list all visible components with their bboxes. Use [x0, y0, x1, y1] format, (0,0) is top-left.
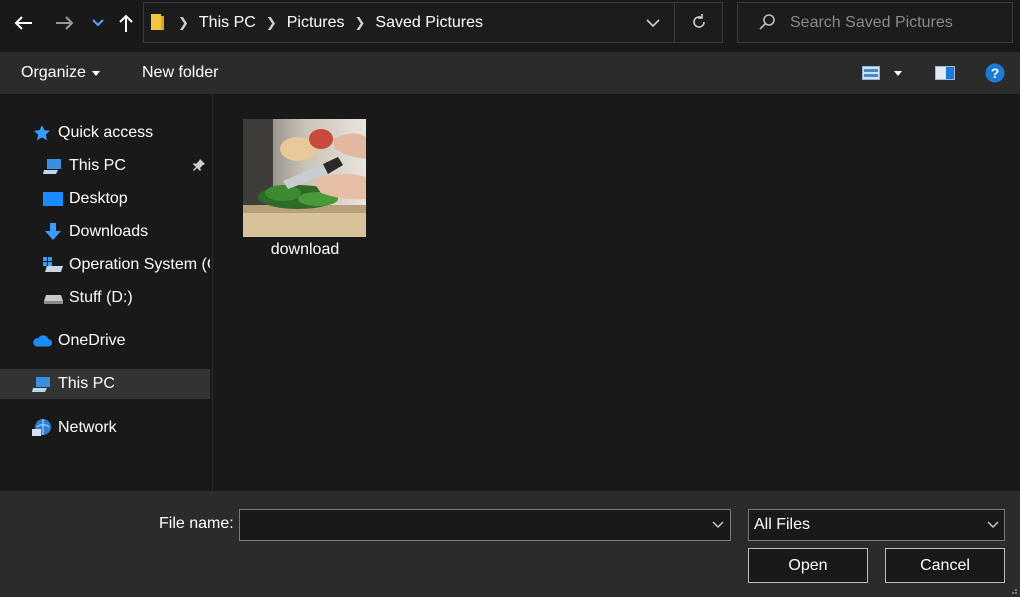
breadcrumb-separator-icon: ❯	[178, 14, 189, 30]
sidebar-item-label: Operation System (C:)	[69, 256, 210, 273]
up-arrow-icon	[119, 14, 133, 32]
sidebar-item-label: Downloads	[69, 223, 149, 240]
desktop-icon	[43, 189, 63, 209]
sidebar-item-downloads[interactable]: Downloads	[0, 217, 210, 247]
star-icon	[32, 123, 52, 143]
pin-icon	[193, 159, 205, 171]
new-folder-button[interactable]: New folder	[142, 52, 218, 94]
sidebar-item-desktop[interactable]: Desktop	[0, 184, 210, 214]
forward-arrow-icon	[56, 16, 74, 30]
preview-pane-button[interactable]	[935, 52, 955, 94]
view-menu-button[interactable]	[894, 52, 902, 94]
help-icon: ?	[985, 63, 1005, 83]
sidebar-item-label: This PC	[58, 375, 115, 392]
file-name-label: download	[270, 241, 340, 258]
preview-pane-icon	[935, 66, 955, 80]
computer-icon	[32, 374, 52, 394]
forward-button[interactable]	[52, 10, 78, 36]
network-icon	[32, 418, 52, 438]
caret-down-icon	[91, 70, 100, 76]
file-list-view[interactable]: download	[213, 94, 1020, 491]
computer-icon	[43, 156, 63, 176]
breadcrumb-separator-icon: ❯	[265, 14, 277, 30]
dialog-footer: File name: All Files Open Cancel	[0, 491, 1020, 597]
command-toolbar: Organize New folder ?	[0, 52, 1020, 94]
resize-grip-icon[interactable]	[1010, 587, 1018, 595]
cancel-button[interactable]: Cancel	[885, 548, 1005, 583]
refresh-icon	[693, 14, 705, 28]
sidebar-item-operation-system[interactable]: Operation System (C:)	[0, 250, 210, 280]
caret-down-icon	[894, 70, 902, 76]
sidebar-item-onedrive[interactable]: OneDrive	[0, 326, 210, 356]
file-name-input[interactable]	[246, 514, 700, 538]
new-folder-label: New folder	[142, 64, 219, 81]
address-divider	[674, 3, 675, 42]
open-button[interactable]: Open	[748, 548, 868, 583]
sidebar-item-quick-access[interactable]: Quick access	[0, 118, 210, 148]
file-type-value: All Files	[754, 516, 811, 533]
navigation-pane: Quick access This PC Desktop Downloads O…	[0, 94, 213, 491]
svg-text:?: ?	[991, 65, 1000, 81]
sidebar-item-label: Network	[58, 419, 117, 436]
organize-button[interactable]: Organize	[21, 52, 100, 94]
chevron-down-icon	[92, 19, 104, 27]
help-button[interactable]: ?	[985, 52, 1005, 94]
chevron-down-icon[interactable]	[712, 521, 724, 529]
search-box[interactable]	[737, 2, 1013, 43]
sidebar-item-label: Quick access	[58, 124, 154, 141]
file-type-filter[interactable]: All Files	[748, 509, 1005, 541]
image-thumbnail	[243, 119, 366, 237]
sidebar-item-label: OneDrive	[58, 332, 126, 349]
address-history-button[interactable]	[646, 15, 666, 31]
breadcrumb-saved-pictures[interactable]: Saved Pictures	[375, 14, 483, 32]
sidebar-item-this-pc-pinned[interactable]: This PC	[0, 151, 210, 181]
download-arrow-icon	[43, 222, 63, 242]
search-input[interactable]	[788, 11, 1002, 35]
sidebar-item-label: This PC	[69, 157, 126, 174]
address-row: ❯ This PC ❯ Pictures ❯ Saved Pictures	[0, 0, 1020, 47]
chevron-down-icon	[646, 19, 660, 28]
sidebar-item-stuff-drive[interactable]: Stuff (D:)	[0, 283, 210, 313]
file-name-label: File name:	[159, 515, 234, 532]
back-button[interactable]	[10, 10, 36, 36]
up-button[interactable]	[114, 10, 138, 36]
chevron-down-icon	[987, 521, 999, 528]
sidebar-item-network[interactable]: Network	[0, 413, 210, 443]
folder-icon	[151, 14, 164, 30]
recent-locations-button[interactable]	[88, 10, 108, 36]
view-icon	[862, 66, 880, 80]
breadcrumb: ❯ This PC ❯ Pictures ❯ Saved Pictures	[178, 3, 483, 42]
back-arrow-icon	[14, 16, 32, 30]
file-name-combobox[interactable]	[239, 509, 731, 541]
sidebar-item-label: Stuff (D:)	[69, 289, 133, 306]
address-bar[interactable]: ❯ This PC ❯ Pictures ❯ Saved Pictures	[143, 2, 723, 43]
breadcrumb-separator-icon: ❯	[354, 14, 366, 30]
breadcrumb-pictures[interactable]: Pictures	[287, 14, 345, 32]
breadcrumb-this-pc[interactable]: This PC	[199, 14, 256, 32]
refresh-button[interactable]	[690, 13, 710, 33]
file-item-download[interactable]: download	[243, 119, 367, 264]
view-options-button[interactable]	[862, 52, 880, 94]
cloud-icon	[32, 331, 52, 351]
sidebar-item-label: Desktop	[69, 190, 128, 207]
windows-drive-icon	[43, 255, 63, 275]
drive-icon	[43, 288, 63, 308]
search-icon	[759, 14, 775, 30]
sidebar-item-this-pc[interactable]: This PC	[0, 369, 210, 399]
organize-label: Organize	[21, 64, 86, 81]
